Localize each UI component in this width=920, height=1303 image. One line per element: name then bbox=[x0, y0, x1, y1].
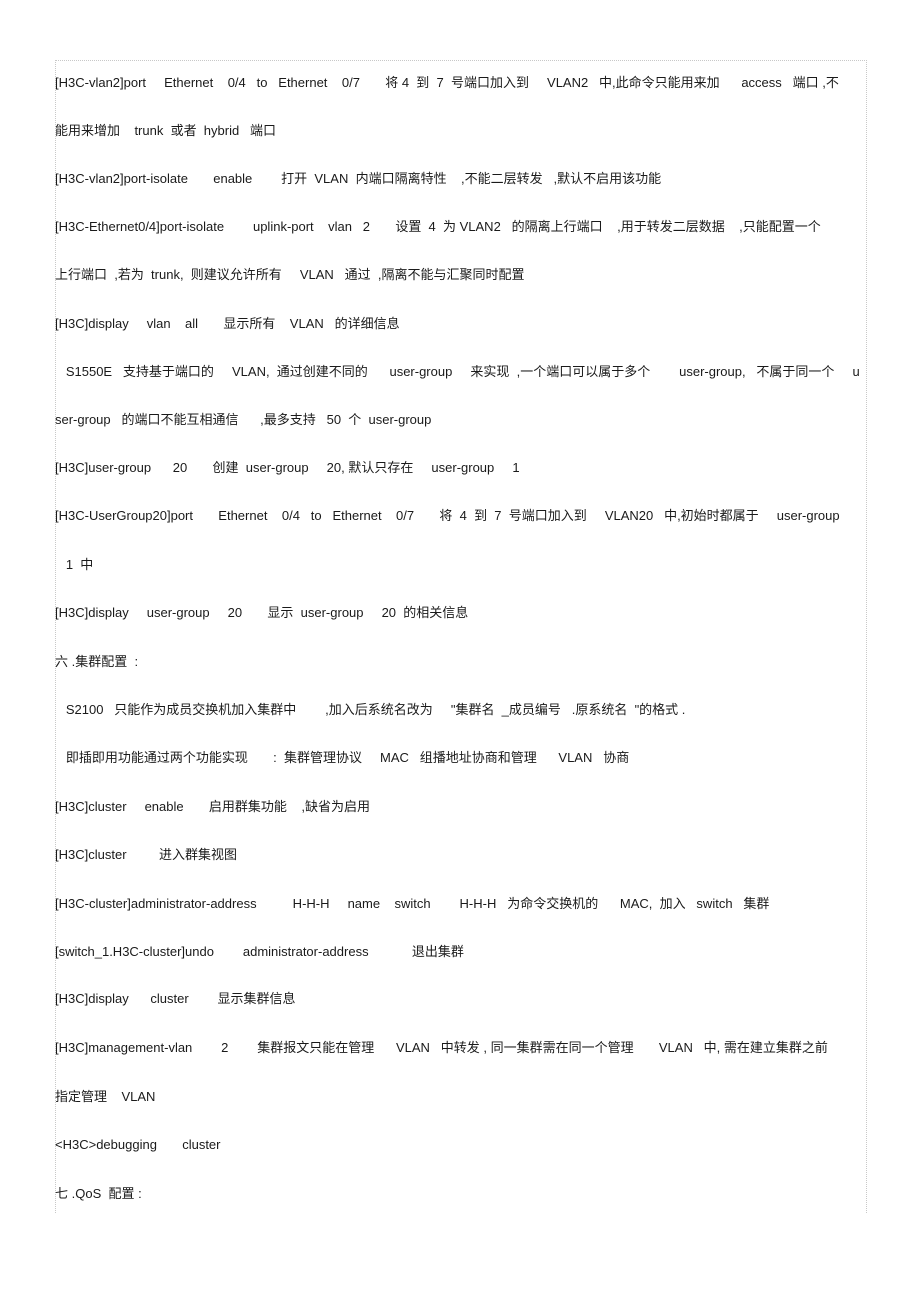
text-line: 指定管理 VLAN bbox=[55, 1089, 156, 1104]
text-line: 上行端口 ,若为 trunk, 则建议允许所有 VLAN 通过 ,隔离不能与汇聚… bbox=[55, 267, 525, 282]
text-line: [H3C]management-vlan 2 集群报文只能在管理 VLAN 中转… bbox=[55, 1040, 828, 1055]
text-line: [H3C-Ethernet0/4]port-isolate uplink-por… bbox=[55, 219, 821, 234]
text-line: 即插即用功能通过两个功能实现 : 集群管理协议 MAC 组播地址协商和管理 VL… bbox=[55, 750, 630, 765]
text-line: [H3C]display vlan all 显示所有 VLAN 的详细信息 bbox=[55, 316, 400, 331]
text-line: [H3C]display user-group 20 显示 user-group… bbox=[55, 605, 469, 620]
text-line: [H3C]cluster 进入群集视图 bbox=[55, 847, 238, 862]
text-line: 1 中 bbox=[55, 557, 94, 572]
text-line: S2100 只能作为成员交换机加入集群中 ,加入后系统名改为 "集群名 _成员编… bbox=[55, 702, 686, 717]
text-line: [H3C]user-group 20 创建 user-group 20, 默认只… bbox=[55, 460, 520, 475]
section-heading: 七 .QoS 配置 : bbox=[55, 1186, 142, 1201]
text-line: 能用来增加 trunk 或者 hybrid 端口 bbox=[55, 123, 277, 138]
text-line: [H3C-vlan2]port-isolate enable 打开 VLAN 内… bbox=[55, 171, 662, 186]
section-heading: 六 .集群配置 : bbox=[55, 654, 139, 669]
text-line: ser-group 的端口不能互相通信 ,最多支持 50 个 user-grou… bbox=[55, 412, 432, 427]
text-line: [H3C-vlan2]port Ethernet 0/4 to Ethernet… bbox=[55, 75, 839, 90]
text-line: <H3C>debugging cluster bbox=[55, 1137, 221, 1152]
text-line: [H3C]cluster enable 启用群集功能 ,缺省为启用 bbox=[55, 799, 370, 814]
text-line: [H3C-UserGroup20]port Ethernet 0/4 to Et… bbox=[55, 508, 840, 523]
text-line: [switch_1.H3C-cluster]undo administrator… bbox=[55, 944, 464, 959]
text-line: S1550E 支持基于端口的 VLAN, 通过创建不同的 user-group … bbox=[55, 364, 860, 379]
text-line: [H3C-cluster]administrator-address H-H-H… bbox=[55, 896, 770, 911]
text-line: [H3C]display cluster 显示集群信息 bbox=[55, 991, 296, 1006]
